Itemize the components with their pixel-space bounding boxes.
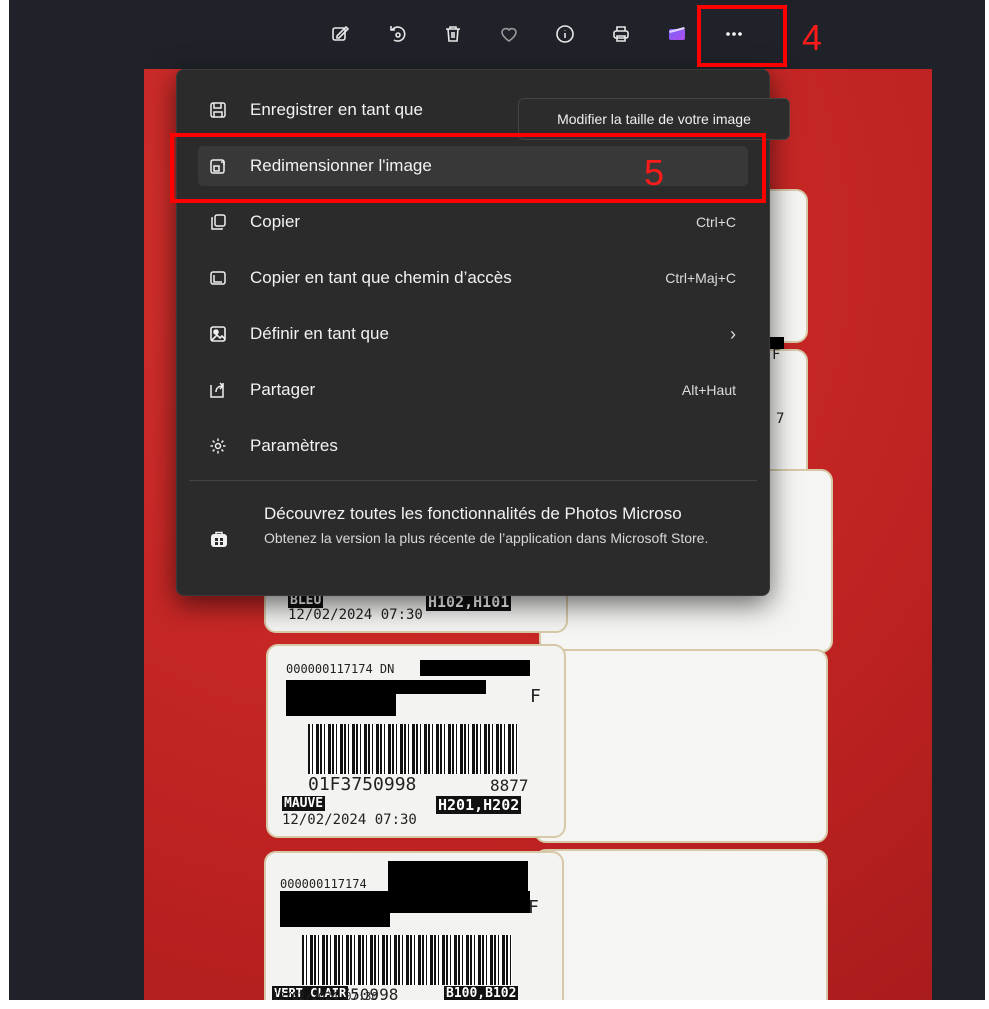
menu-item-label: Copier xyxy=(250,212,301,231)
settings-icon xyxy=(208,436,228,456)
copy-icon xyxy=(208,212,228,232)
store-promo-title: Découvrez toutes les fonctionnalités de … xyxy=(264,504,682,523)
info-icon[interactable] xyxy=(551,20,579,48)
store-icon xyxy=(210,530,228,548)
barcode xyxy=(308,724,518,774)
menu-item-settings[interactable]: Paramètres xyxy=(198,426,748,466)
menu-item-shortcut: Alt+Haut xyxy=(681,382,736,398)
blank-label xyxy=(534,649,828,843)
photos-app-window: F 7 BLEU H102,H101 12/02/2024 07:30 0000… xyxy=(9,0,985,1000)
label-rows-text: H201,H202 xyxy=(436,796,522,814)
delete-icon[interactable] xyxy=(439,20,467,48)
label-letter: F xyxy=(530,686,541,707)
redaction-bar xyxy=(280,913,390,927)
redaction-bar xyxy=(280,891,530,913)
blank-label xyxy=(534,849,828,1000)
label-letter: F xyxy=(528,897,539,918)
menu-item-label: Paramètres xyxy=(250,436,338,455)
favorite-icon[interactable] xyxy=(495,20,523,48)
annotation-step-5: 5 xyxy=(644,152,665,193)
menu-item-label: Partager xyxy=(250,380,316,399)
barcode xyxy=(302,935,512,985)
menu-item-copy-path[interactable]: Copier en tant que chemin d’accès Ctrl+M… xyxy=(198,258,748,298)
copy-path-icon xyxy=(208,268,228,288)
label-color-text: MAUVE xyxy=(282,796,326,811)
barcode-text: 01F3750998 xyxy=(308,774,417,795)
store-promo-description: Obtenez la version la plus récente de l’… xyxy=(264,530,709,546)
edit-image-icon[interactable] xyxy=(327,20,355,48)
menu-item-shortcut: Ctrl+C xyxy=(695,214,736,230)
shipping-label: 000000117174 F 01A3750998 8877 xyxy=(264,851,564,1000)
label-date: 12/02/2024 07:30 xyxy=(272,990,378,1000)
label-side-mark: 7 xyxy=(776,411,785,427)
menu-item-label: Copier en tant que chemin d’accès xyxy=(250,268,512,287)
rotate-icon[interactable] xyxy=(383,20,411,48)
redaction-bar xyxy=(286,680,486,694)
clipchamp-icon[interactable] xyxy=(663,20,691,48)
label-date: 12/02/2024 07:30 xyxy=(288,607,423,623)
menu-item-copy[interactable]: Copier Ctrl+C xyxy=(198,202,748,242)
highlight-more-button xyxy=(697,5,787,67)
label-rows-text: B100,B102 xyxy=(444,986,519,1000)
menu-item-shortcut: Ctrl+Maj+C xyxy=(665,270,736,286)
save-icon xyxy=(208,100,228,120)
menu-item-set-as[interactable]: Définir en tant que › xyxy=(198,314,748,354)
label-code: 000000117174 DN xyxy=(286,662,395,676)
menu-item-share[interactable]: Partager Alt+Haut xyxy=(198,370,748,410)
print-icon[interactable] xyxy=(607,20,635,48)
highlight-resize-item xyxy=(170,133,766,203)
label-quantity: 8877 xyxy=(490,776,529,795)
label-code: 000000117174 xyxy=(280,877,367,891)
share-icon xyxy=(208,380,228,400)
redaction-bar xyxy=(420,660,530,676)
menu-item-label: Enregistrer en tant que xyxy=(250,100,423,119)
label-date: 12/02/2024 07:30 xyxy=(282,812,417,828)
label-side-mark: F xyxy=(772,347,781,363)
chevron-right-icon: › xyxy=(730,323,736,344)
annotation-step-4: 4 xyxy=(802,17,823,58)
shipping-label: 000000117174 DN F 01F3750998 8877 MAUVE … xyxy=(266,644,566,838)
store-promo[interactable]: Découvrez toutes les fonctionnalités de … xyxy=(198,502,758,582)
menu-separator xyxy=(189,480,757,481)
redaction-bar xyxy=(388,861,528,891)
menu-item-label: Définir en tant que xyxy=(250,324,389,343)
redaction-bar xyxy=(286,694,396,716)
toolbar xyxy=(9,0,985,68)
set-as-icon xyxy=(208,324,228,344)
